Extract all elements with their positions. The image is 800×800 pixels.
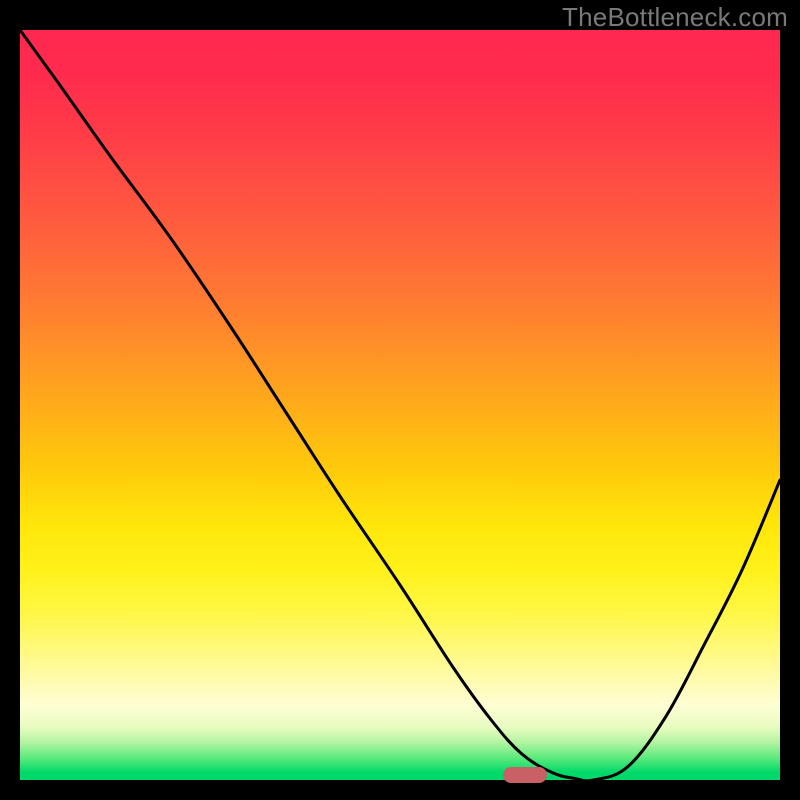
watermark-text: TheBottleneck.com bbox=[562, 2, 788, 33]
optimal-marker bbox=[503, 767, 547, 783]
plot-area bbox=[20, 30, 780, 780]
chart-frame: TheBottleneck.com bbox=[0, 0, 800, 800]
curve-path bbox=[20, 30, 780, 780]
chart-svg bbox=[20, 30, 780, 780]
